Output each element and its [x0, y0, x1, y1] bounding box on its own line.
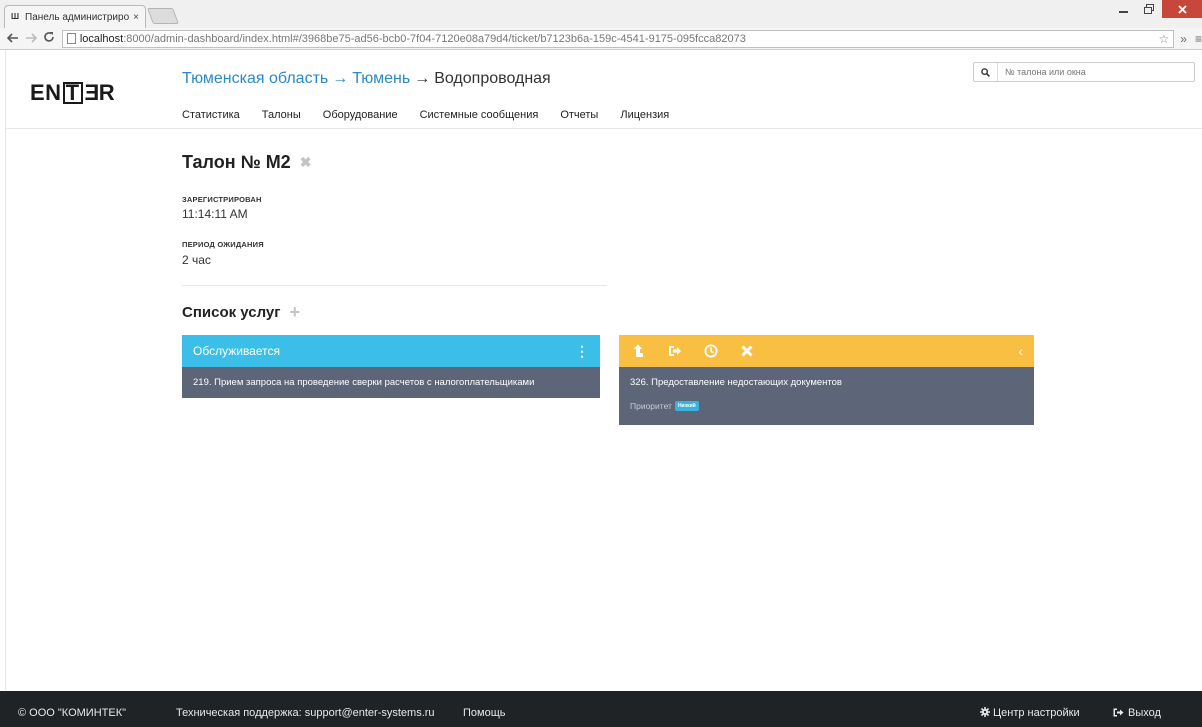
help-link[interactable]: Помощь: [463, 707, 506, 719]
page-icon: [66, 33, 76, 44]
nav-item-equipment[interactable]: Оборудование: [323, 109, 398, 121]
logo-text-box: T: [65, 80, 80, 105]
browser-toolbar: localhost:8000/admin-dashboard/index.htm…: [0, 28, 1202, 50]
minimize-button[interactable]: [1110, 0, 1136, 18]
browser-menu-icon[interactable]: ≡: [1195, 32, 1202, 46]
priority-row: Приоритет Низкий: [630, 401, 1023, 411]
frame-divider: [5, 50, 6, 690]
info-divider: [182, 285, 607, 286]
logout-label: Выход: [1128, 707, 1161, 719]
collapse-icon[interactable]: ‹: [1018, 343, 1023, 359]
logout-icon: [1113, 708, 1124, 717]
queued-service-name: 326. Предоставление недостающих документ…: [630, 377, 842, 388]
redirect-icon[interactable]: [666, 343, 683, 360]
clock-icon[interactable]: [702, 343, 719, 360]
ticket-search: [973, 62, 1195, 82]
serving-service-card: Обслуживается ⋮ 219. Прием запроса на пр…: [182, 335, 600, 398]
window-controls: [1110, 0, 1202, 18]
services-title: Список услуг +: [182, 302, 300, 323]
support-link[interactable]: Техническая поддержка: support@enter-sys…: [176, 707, 435, 719]
queued-service-card: ‹ 326. Предоставление недостающих докуме…: [619, 335, 1034, 425]
nav-item-license[interactable]: Лицензия: [620, 109, 669, 121]
breadcrumb-current: Водопроводная: [434, 70, 551, 87]
priority-label: Приоритет: [630, 401, 672, 411]
nav-item-reports[interactable]: Отчеты: [560, 109, 598, 121]
serving-card-header: Обслуживается ⋮: [182, 335, 600, 367]
restore-button[interactable]: [1136, 0, 1162, 18]
nav-item-statistics[interactable]: Статистика: [182, 109, 240, 121]
search-icon[interactable]: [974, 63, 998, 81]
extensions-chevron-icon[interactable]: »: [1180, 32, 1187, 46]
ticket-title-text: Талон № M2: [182, 152, 291, 172]
browser-titlebar: Ш Панель администрирова ×: [0, 0, 1202, 28]
search-input[interactable]: [998, 67, 1188, 77]
reload-icon[interactable]: [40, 31, 58, 46]
breadcrumb-separator: →: [414, 70, 431, 87]
breadcrumb-region[interactable]: Тюменская область: [182, 70, 328, 87]
copyright: © ООО "КОМИНТЕК": [18, 707, 127, 719]
wait-period-value: 2 час: [182, 253, 211, 267]
ticket-title: Талон № M2 ✖: [182, 152, 311, 173]
enter-logo[interactable]: EN T ER: [30, 80, 115, 106]
move-up-icon[interactable]: [630, 343, 647, 360]
breadcrumb-separator: →: [332, 70, 349, 87]
settings-center-link[interactable]: Центр настройки: [980, 707, 1080, 719]
registered-value: 11:14:11 AM: [182, 207, 248, 221]
logo-text-right: R: [98, 80, 116, 105]
tab-close-button[interactable]: ×: [133, 12, 139, 23]
logo-text-mid: E: [83, 80, 99, 105]
main-nav: Статистика Талоны Оборудование Системные…: [182, 109, 669, 121]
queued-card-toolbar: ‹: [619, 335, 1034, 367]
add-service-icon[interactable]: +: [290, 302, 301, 323]
gear-icon: [980, 707, 990, 717]
forward-icon[interactable]: [22, 31, 40, 46]
address-bar[interactable]: localhost:8000/admin-dashboard/index.htm…: [61, 29, 1175, 48]
window-close-button[interactable]: [1162, 0, 1202, 18]
page-footer: © ООО "КОМИНТЕК" Техническая поддержка: …: [0, 691, 1202, 727]
new-tab-button[interactable]: [147, 8, 179, 24]
serving-service-item: 219. Прием запроса на проведение сверки …: [182, 367, 600, 398]
breadcrumb: Тюменская область → Тюмень → Водопроводная: [182, 70, 551, 88]
logout-link[interactable]: Выход: [1113, 707, 1161, 719]
tab-title: Панель администрирова: [25, 11, 130, 23]
logo-box: T: [62, 80, 83, 105]
cancel-icon[interactable]: [738, 343, 755, 360]
favicon-icon: Ш: [11, 12, 20, 21]
priority-badge: Низкий: [674, 401, 699, 411]
breadcrumb-city[interactable]: Тюмень: [352, 70, 410, 87]
header-divider: [6, 128, 1202, 129]
bookmark-star-icon[interactable]: ☆: [1159, 32, 1170, 46]
logo-text-left: EN: [30, 80, 62, 105]
browser-tab[interactable]: Ш Панель администрирова ×: [4, 5, 146, 28]
address-path: :8000/admin-dashboard/index.html#/3968be…: [123, 32, 746, 45]
services-title-text: Список услуг: [182, 304, 281, 321]
delete-ticket-icon[interactable]: ✖: [300, 154, 312, 171]
queued-service-item: 326. Предоставление недостающих документ…: [619, 367, 1034, 425]
serving-status: Обслуживается: [193, 344, 280, 358]
back-icon[interactable]: [4, 31, 22, 46]
nav-item-system-messages[interactable]: Системные сообщения: [420, 109, 539, 121]
nav-item-tickets[interactable]: Талоны: [262, 109, 301, 121]
registered-label: ЗАРЕГИСТРИРОВАН: [182, 195, 262, 204]
address-host: localhost: [79, 32, 124, 45]
wait-period-label: ПЕРИОД ОЖИДАНИЯ: [182, 240, 264, 249]
settings-center-label: Центр настройки: [993, 707, 1080, 719]
kebab-menu-icon[interactable]: ⋮: [575, 343, 589, 360]
